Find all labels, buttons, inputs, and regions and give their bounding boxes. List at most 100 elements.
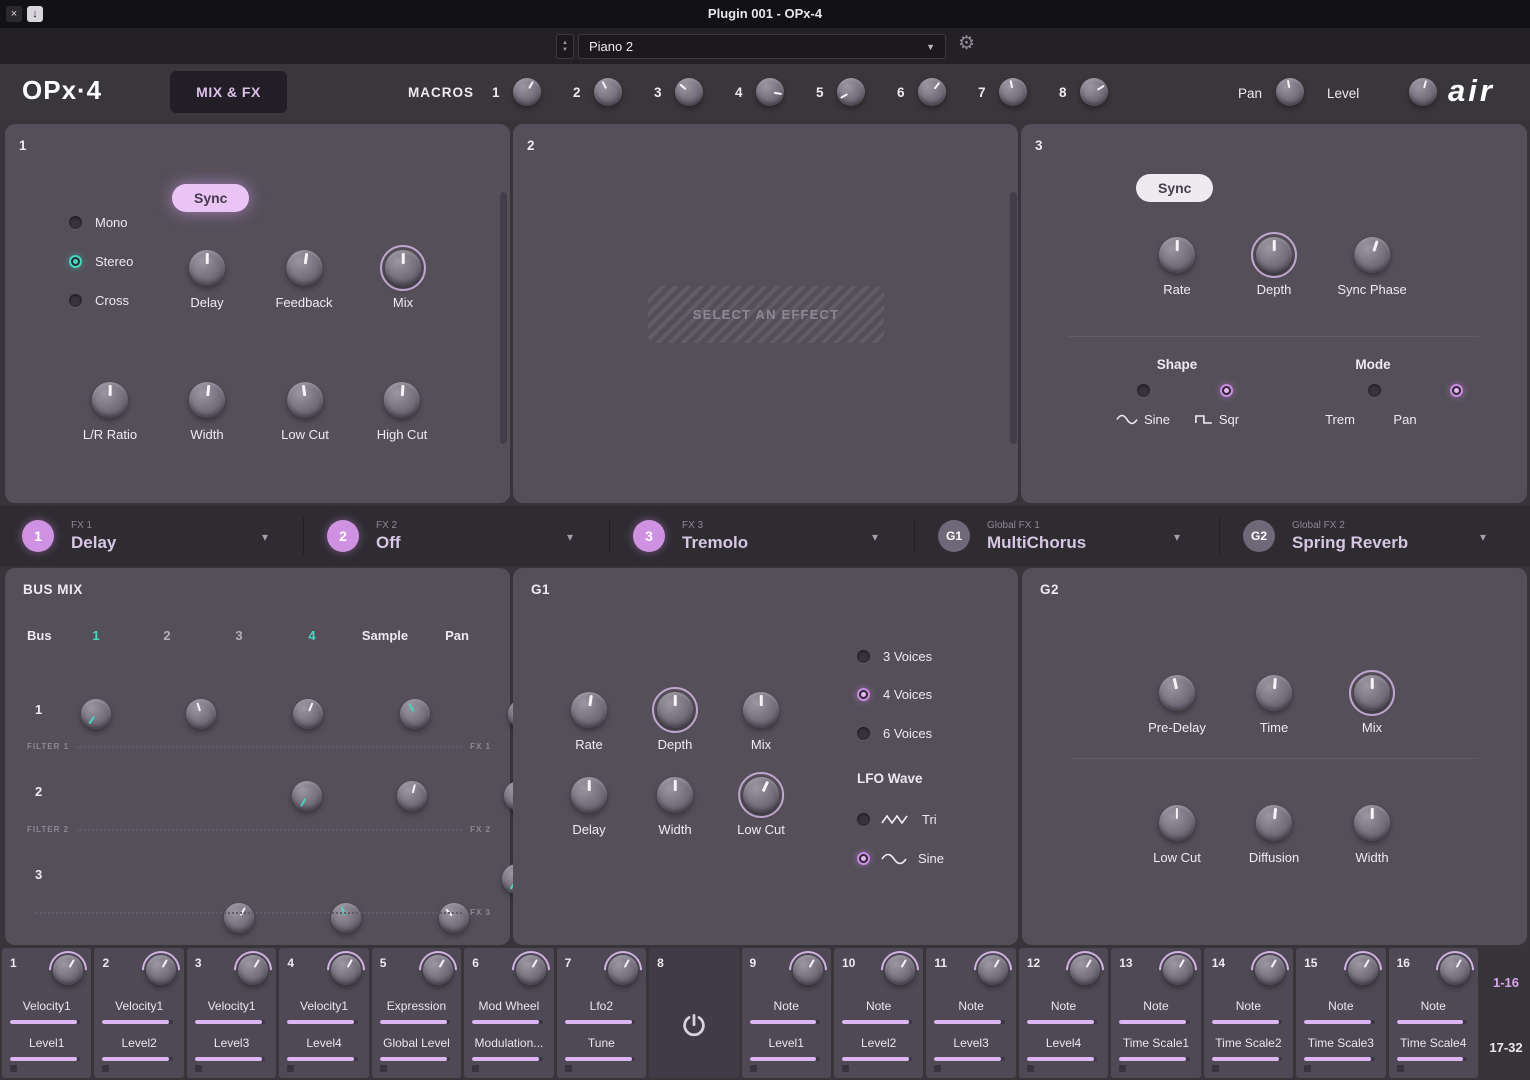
- preset-select[interactable]: Piano 2 ▼: [578, 34, 946, 59]
- mode-pan-option[interactable]: Pan: [1393, 412, 1416, 427]
- scrollbar[interactable]: [1010, 192, 1017, 444]
- macro-cell-5[interactable]: 5 Expression Global Level: [371, 948, 462, 1078]
- mode-trem-option[interactable]: Trem: [1325, 412, 1355, 427]
- macro-knob[interactable]: [423, 955, 454, 985]
- macro-cell-15[interactable]: 15 Note Time Scale3: [1296, 948, 1386, 1078]
- macro-cell-16[interactable]: 16 Note Time Scale4: [1388, 948, 1478, 1078]
- fx-slot-3[interactable]: 3 FX 3 Tremolo: [633, 506, 748, 566]
- mode-trem-radio[interactable]: [1367, 384, 1381, 397]
- macro-knob[interactable]: [608, 955, 639, 985]
- sync-phase-knob[interactable]: [1354, 237, 1390, 273]
- fx-slot-2[interactable]: 2 FX 2 Off: [327, 506, 401, 566]
- page-17-32[interactable]: 17-32: [1482, 1040, 1530, 1055]
- fx2-badge[interactable]: 2: [327, 520, 359, 552]
- low-cut-knob[interactable]: [1158, 805, 1195, 841]
- fx-slot-g2[interactable]: G2 Global FX 2 Spring Reverb: [1243, 506, 1408, 566]
- rate-knob[interactable]: [1159, 237, 1195, 273]
- fx1-mode-mono[interactable]: Mono: [69, 215, 128, 230]
- g1-lfo-tri[interactable]: Tri: [857, 812, 937, 827]
- bus-col-1[interactable]: 1: [92, 628, 99, 643]
- macro-cell-11[interactable]: 11 Note Level3: [926, 948, 1016, 1078]
- macro-4-knob[interactable]: [755, 78, 784, 106]
- g1-voices-6[interactable]: 6 Voices: [857, 726, 932, 741]
- macro-knob[interactable]: [1347, 955, 1378, 985]
- radio-sine-selected[interactable]: [857, 852, 870, 865]
- depth-knob[interactable]: [1251, 232, 1297, 278]
- macro-cell-8[interactable]: 8: [649, 948, 739, 1078]
- row1-bus2-knob[interactable]: [186, 699, 217, 729]
- g1-voices-4[interactable]: 4 Voices: [857, 687, 932, 702]
- macro-cell-7[interactable]: 7 Lfo2 Tune: [556, 948, 647, 1078]
- row2-bus2-knob[interactable]: [397, 781, 428, 811]
- mode-pan-radio-selected[interactable]: [1450, 384, 1464, 397]
- fx1-sync-button[interactable]: Sync: [172, 184, 250, 212]
- fx-slot-g1[interactable]: G1 Global FX 1 MultiChorus: [938, 506, 1086, 566]
- chevron-down-icon[interactable]: ▾: [567, 530, 573, 544]
- macro-cell-14[interactable]: 14 Note Time Scale2: [1203, 948, 1294, 1078]
- chevron-down-icon[interactable]: ▾: [1174, 530, 1180, 544]
- row2-bus1-knob[interactable]: [291, 781, 322, 811]
- macro-knob[interactable]: [792, 955, 823, 985]
- radio-6-voices[interactable]: [857, 727, 870, 740]
- master-level-knob[interactable]: [1409, 78, 1438, 106]
- select-effect-dropzone[interactable]: SELECT AN EFFECT: [648, 286, 884, 343]
- delay-knob[interactable]: [571, 777, 607, 813]
- macro-knob[interactable]: [330, 955, 361, 985]
- fx1-mode-cross[interactable]: Cross: [69, 293, 129, 308]
- fx-slot-1[interactable]: 1 FX 1 Delay: [22, 506, 116, 566]
- master-pan-knob[interactable]: [1276, 78, 1304, 106]
- macro-knob[interactable]: [1162, 955, 1193, 985]
- low-cut-knob[interactable]: [286, 382, 323, 418]
- macro-knob[interactable]: [885, 955, 916, 985]
- shape-sine-radio[interactable]: [1137, 384, 1150, 397]
- radio-mono[interactable]: [69, 216, 82, 229]
- depth-knob[interactable]: [652, 687, 698, 733]
- width-knob[interactable]: [1354, 805, 1390, 841]
- macro-cell-4[interactable]: 4 Velocity1 Level4: [279, 948, 369, 1078]
- chevron-down-icon[interactable]: ▾: [1480, 530, 1486, 544]
- diffusion-knob[interactable]: [1256, 805, 1292, 841]
- radio-stereo-selected[interactable]: [69, 255, 82, 268]
- radio-4-voices-selected[interactable]: [857, 688, 870, 701]
- row1-bus1-knob[interactable]: [81, 699, 111, 729]
- rate-knob[interactable]: [571, 692, 607, 728]
- macro-knob[interactable]: [1440, 955, 1470, 985]
- preset-stepper[interactable]: ▲ ▼: [556, 34, 574, 59]
- macro-knob[interactable]: [515, 955, 546, 985]
- delay-knob[interactable]: [189, 250, 225, 286]
- tab-mix-fx[interactable]: MIX & FX: [170, 71, 287, 113]
- macro-cell-6[interactable]: 6 Mod Wheel Modulation...: [464, 948, 554, 1078]
- macro-knob[interactable]: [238, 955, 269, 985]
- scrollbar[interactable]: [500, 192, 507, 444]
- shape-sine-option[interactable]: Sine: [1116, 412, 1170, 427]
- radio-3-voices[interactable]: [857, 650, 870, 663]
- time-knob[interactable]: [1256, 675, 1292, 711]
- macro-cell-2[interactable]: 2 Velocity1 Level2: [94, 948, 184, 1078]
- fx1-badge[interactable]: 1: [22, 520, 54, 552]
- macro-3-knob[interactable]: [674, 78, 703, 106]
- macro-knob[interactable]: [977, 955, 1008, 985]
- bus-col-3[interactable]: 3: [235, 628, 242, 643]
- macro-1-knob[interactable]: [512, 78, 541, 106]
- macro-cell-10[interactable]: 10 Note Level2: [833, 948, 924, 1078]
- g1-badge[interactable]: G1: [938, 520, 970, 552]
- mix-knob[interactable]: [743, 692, 779, 728]
- radio-cross[interactable]: [69, 294, 82, 307]
- macro-knob[interactable]: [145, 955, 176, 985]
- stepper-up-icon[interactable]: ▲: [562, 40, 568, 46]
- high-cut-knob[interactable]: [383, 382, 420, 418]
- radio-tri[interactable]: [857, 813, 870, 826]
- macro-knob[interactable]: [1070, 955, 1101, 985]
- macro-cell-1[interactable]: 1 Velocity1 Level1: [2, 948, 92, 1078]
- fx3-sync-button[interactable]: Sync: [1136, 174, 1214, 202]
- macro-knob[interactable]: [53, 955, 84, 985]
- feedback-knob[interactable]: [286, 250, 322, 286]
- macro-7-knob[interactable]: [998, 78, 1027, 106]
- row1-bus4-knob[interactable]: [400, 699, 431, 729]
- g2-badge[interactable]: G2: [1243, 520, 1275, 552]
- g1-voices-3[interactable]: 3 Voices: [857, 649, 932, 664]
- mix-knob[interactable]: [380, 245, 426, 291]
- chevron-down-icon[interactable]: ▾: [872, 530, 878, 544]
- width-knob[interactable]: [189, 382, 225, 418]
- macro-cell-3[interactable]: 3 Velocity1 Level3: [186, 948, 277, 1078]
